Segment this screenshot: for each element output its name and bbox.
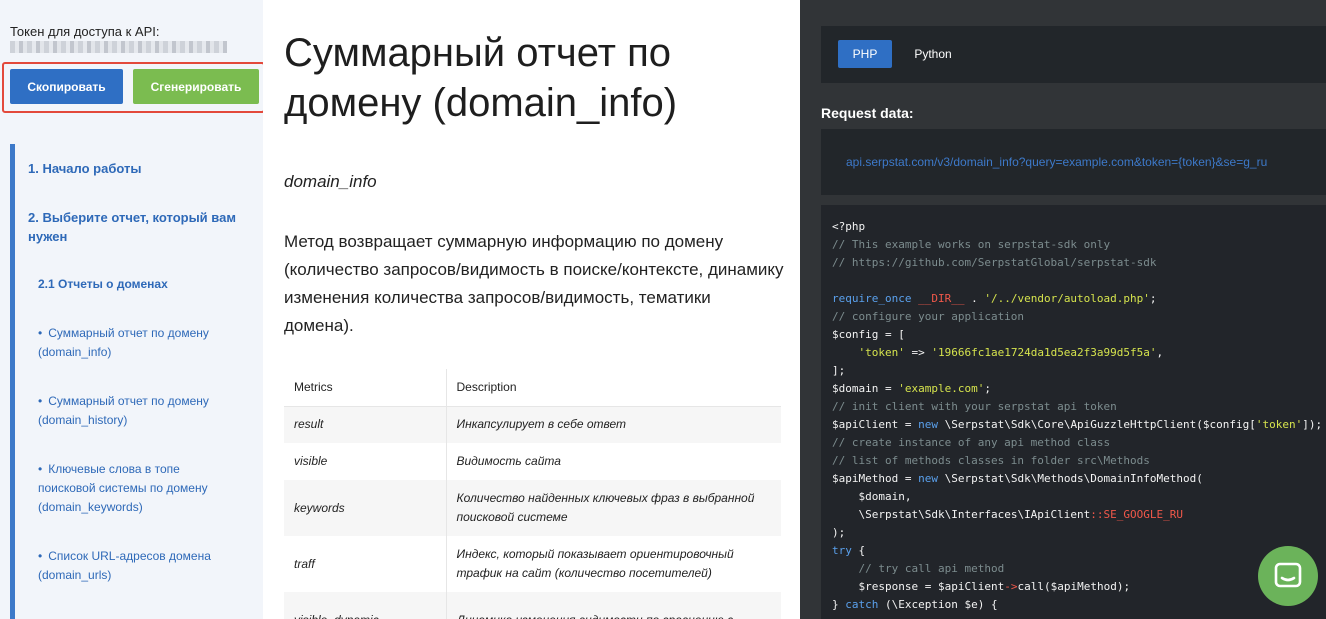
code-variable: $config [1202,418,1250,431]
table-row: visible_dynamic Динамика изменения видим… [284,592,781,619]
table-row: visible Видимость сайта [284,443,781,480]
code-token: <?php [832,220,866,233]
method-name: domain_info [284,172,377,191]
api-token-label: Токен для доступа к API: [10,24,160,39]
nav-item-label: Ключевые слова в топе поисковой системы … [38,462,208,514]
table-row: result Инкапсулирует в себе ответ [284,406,781,443]
metrics-table: Metrics Description result Инкапсулирует… [284,369,781,619]
description-cell: Количество найденных ключевых фраз в выб… [446,480,781,536]
description-cell: Видимость сайта [446,443,781,480]
code-class: \Serpstat\Sdk\Core\ApiGuzzleHttpClient [944,418,1197,431]
code-comment: // This example works on serpstat-sdk on… [832,238,1111,251]
language-tabs: PHP Python [821,26,1326,83]
column-header-description: Description [446,369,781,407]
metric-cell: keywords [284,480,447,536]
page-title: Суммарный отчет по домену (domain_info) [284,31,678,125]
code-variable: $e [964,598,978,611]
description-cell: Динамика изменения видимости по сравнени… [446,592,781,619]
code-comment: // https://github.com/SerpstatGlobal/ser… [832,256,1157,269]
code-variable: $response [858,580,919,593]
description-cell: Индекс, который показывает ориентировочн… [446,536,781,592]
tab-python[interactable]: Python [903,40,963,68]
nav-item-domain-reports[interactable]: 2.1 Отчеты о доменах [38,275,168,294]
code-variable: $apiMethod [832,472,899,485]
api-token-box: Токен для доступа к API: Скопировать Сге… [0,0,263,122]
nav-item-domain-info[interactable]: • Суммарный отчет по домену (domain_info) [38,324,238,362]
chat-widget-button[interactable] [1258,546,1318,606]
bullet-icon: • [38,326,43,340]
bullet-icon: • [38,462,43,476]
main-content: Суммарный отчет по домену (domain_info) … [263,0,800,619]
table-row: keywords Количество найденных ключевых ф… [284,480,781,536]
code-variable: $apiMethod [1050,580,1117,593]
nav-item-domain-urls[interactable]: • Список URL-адресов домена (domain_urls) [38,547,238,585]
code-constant: SE_GOOGLE_RU [1103,508,1184,521]
column-header-metrics: Metrics [284,369,447,407]
code-comment: // list of methods classes in folder src… [832,454,1150,467]
api-token-value-blurred [10,41,227,53]
tab-php[interactable]: PHP [838,40,892,68]
code-variable: $domain [858,490,905,503]
bullet-icon: • [38,394,43,408]
bullet-icon: • [38,549,43,563]
code-comment: // create instance of any api method cla… [832,436,1111,449]
code-class: \Serpstat\Sdk\Interfaces\IApiClient [858,508,1091,521]
code-constant: __DIR__ [918,292,965,305]
nav-item-domain-history[interactable]: • Суммарный отчет по домену (domain_histo… [38,392,238,430]
code-keyword: try [832,544,852,557]
code-variable: $apiClient [832,418,899,431]
code-variable: $domain [832,382,879,395]
code-comment: // init client with your serpstat api to… [832,400,1117,413]
generate-token-button[interactable]: Сгенерировать [133,69,259,104]
code-string: '/../vendor/autoload.php' [984,292,1150,305]
code-sample: <?php // This example works on serpstat-… [832,220,1323,611]
code-class: \Exception [891,598,958,611]
code-variable: $apiClient [937,580,1005,593]
metric-cell: result [284,406,447,443]
table-header-row: Metrics Description [284,369,781,407]
code-function: call [1017,580,1044,593]
nav-item-getting-started[interactable]: 1. Начало работы [28,159,248,178]
code-keyword: catch [845,598,879,611]
nav-item-domain-keywords[interactable]: • Ключевые слова в топе поисковой системы… [38,460,238,517]
code-string: 'token' [858,346,905,359]
request-url-box: api.serpstat.com/v3/domain_info?query=ex… [821,129,1326,195]
code-class: \Serpstat\Sdk\Methods\DomainInfoMethod [944,472,1197,485]
method-description: Метод возвращает суммарную информацию по… [284,232,784,335]
code-panel: PHP Python Request data: api.serpstat.co… [800,0,1326,619]
code-keyword: require_once [832,292,912,305]
code-string: '19666fc1ae1724da1d5ea2f3a99d5f5a' [931,346,1157,359]
metric-cell: visible [284,443,447,480]
code-comment: // configure your application [832,310,1025,323]
sidebar: Токен для доступа к API: Скопировать Сге… [0,0,263,619]
metric-cell: visible_dynamic [284,592,447,619]
code-sample-box: <?php // This example works on serpstat-… [821,205,1326,619]
nav-item-label: Список URL-адресов домена (domain_urls) [38,549,211,582]
nav-item-label: Суммарный отчет по домену (domain_histor… [38,394,209,427]
chat-icon [1274,562,1302,588]
code-keyword: new [918,472,938,485]
docs-nav: 1. Начало работы 2. Выберите отчет, кото… [10,144,263,619]
metric-cell: traff [284,536,447,592]
code-comment: // try call api method [858,562,1005,575]
code-variable: $config [832,328,879,341]
nav-item-label: Суммарный отчет по домену (domain_info) [38,326,209,359]
code-string: 'example.com' [898,382,985,395]
table-row: traff Индекс, который показывает ориенти… [284,536,781,592]
code-keyword: new [918,418,938,431]
code-string: 'token' [1255,418,1303,431]
request-data-label: Request data: [821,105,914,121]
copy-token-button[interactable]: Скопировать [10,69,123,104]
request-url-link[interactable]: api.serpstat.com/v3/domain_info?query=ex… [846,155,1267,169]
nav-item-choose-report[interactable]: 2. Выберите отчет, который вам нужен [28,208,248,246]
description-cell: Инкапсулирует в себе ответ [446,406,781,443]
